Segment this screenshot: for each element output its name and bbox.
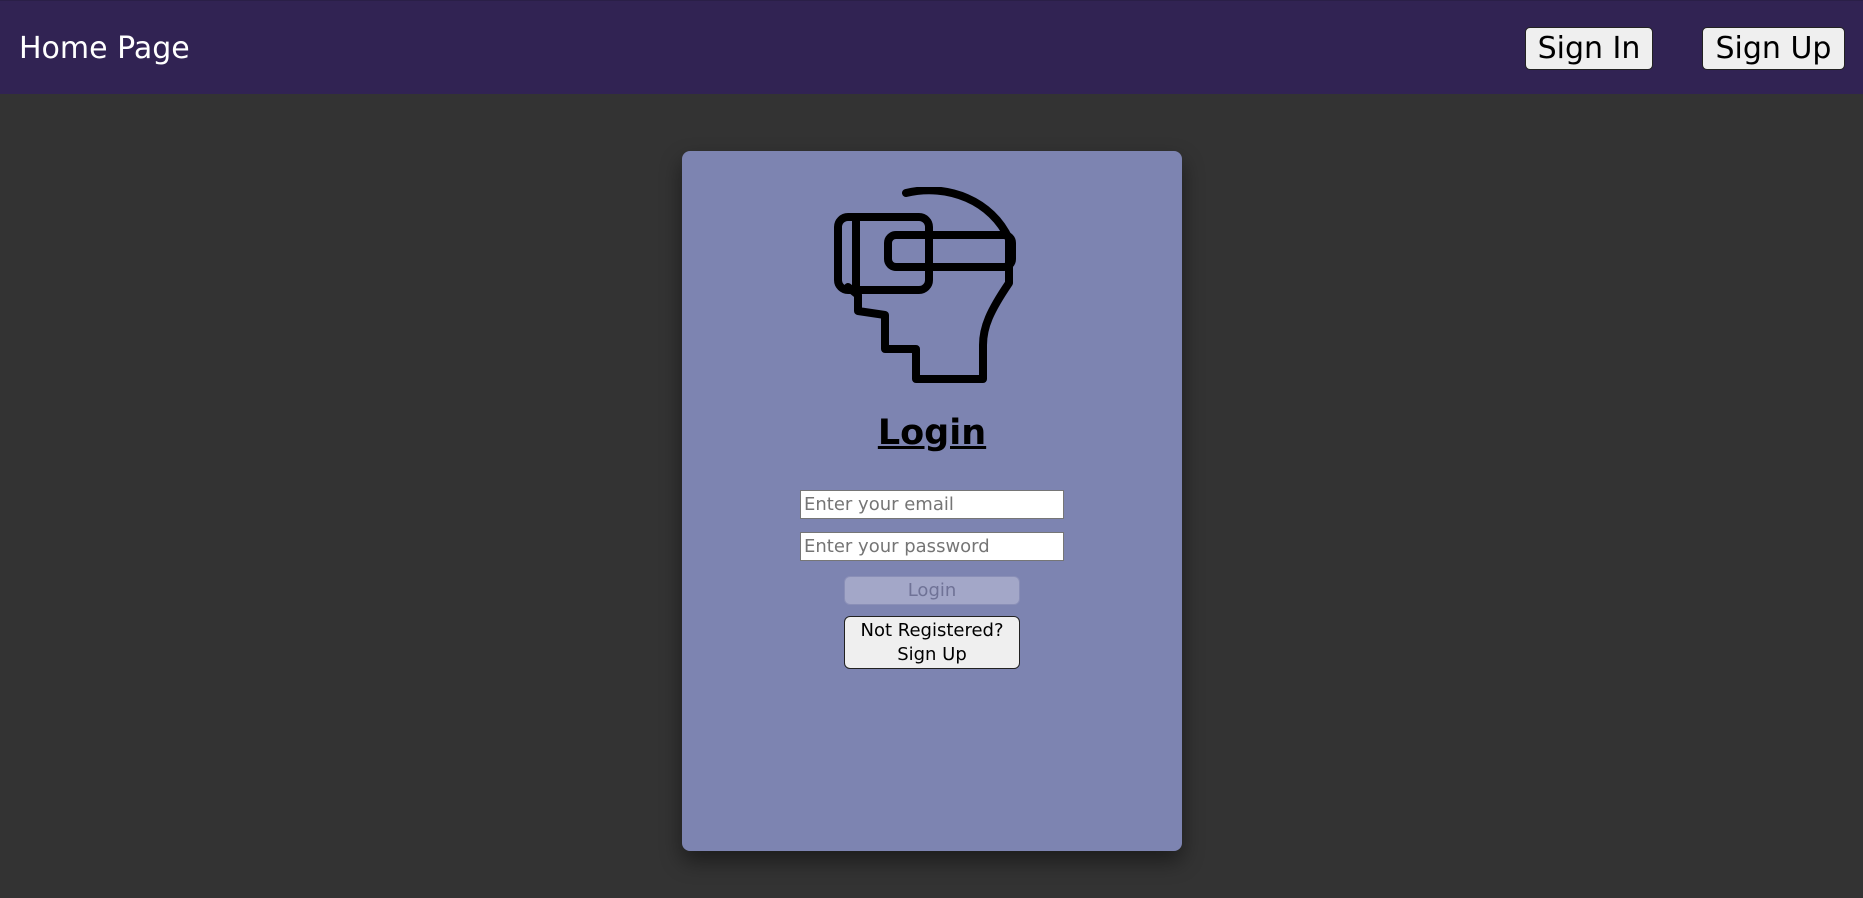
login-card: Login Login Not Registered? Sign Up: [682, 151, 1182, 851]
top-navbar: Home Page Sign In Sign Up: [0, 0, 1863, 94]
sign-up-button[interactable]: Sign Up: [1702, 27, 1845, 70]
vr-headset-head-icon: [828, 186, 1028, 383]
sign-in-button[interactable]: Sign In: [1525, 27, 1653, 70]
not-registered-sign-up-button[interactable]: Not Registered? Sign Up: [844, 616, 1020, 669]
password-input[interactable]: [800, 532, 1064, 561]
email-input[interactable]: [800, 490, 1064, 519]
home-page-title[interactable]: Home Page: [19, 31, 190, 67]
login-title: Login: [877, 413, 987, 453]
login-button[interactable]: Login: [844, 576, 1020, 605]
